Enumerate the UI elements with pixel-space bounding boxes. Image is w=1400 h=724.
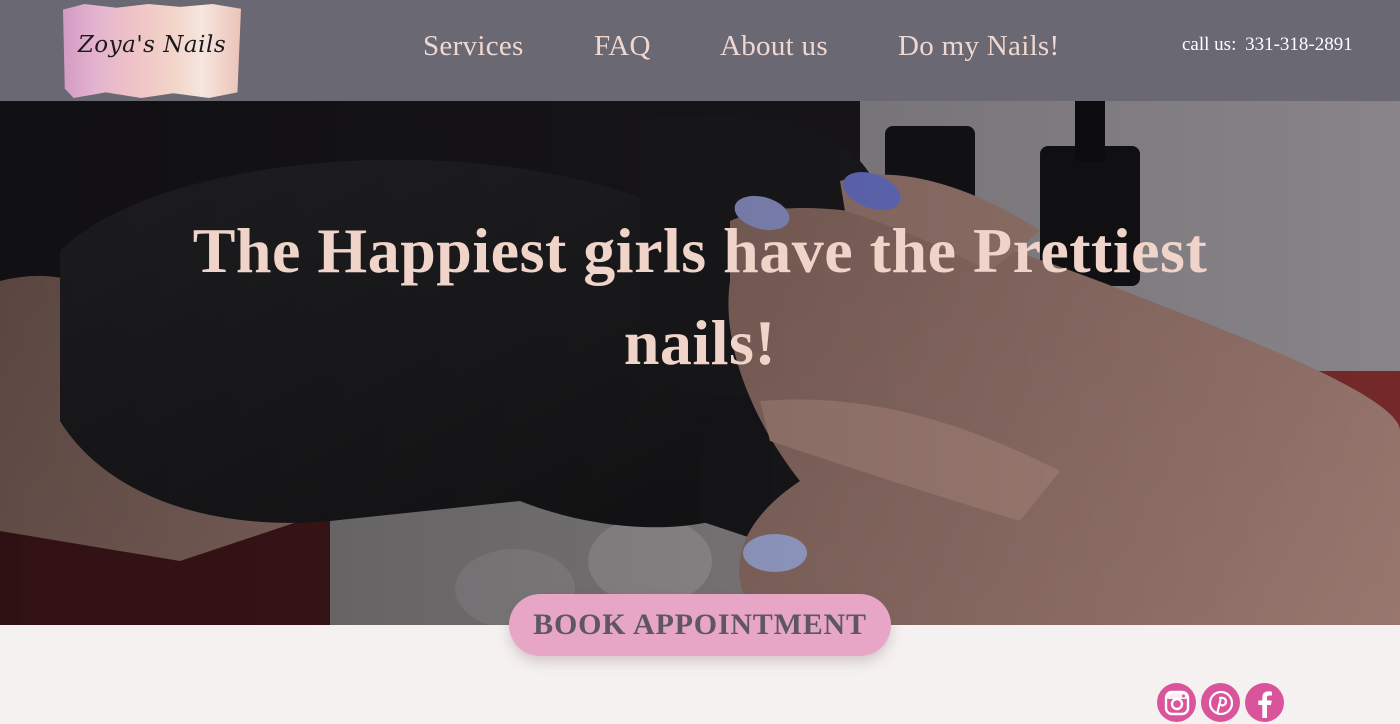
pinterest-icon[interactable] bbox=[1201, 683, 1240, 722]
instagram-glyph bbox=[1164, 690, 1189, 715]
nav-do-my-nails-link[interactable]: Do my Nails! bbox=[898, 30, 1059, 63]
nav-about-link[interactable]: About us bbox=[720, 30, 828, 63]
pinterest-glyph bbox=[1208, 690, 1233, 715]
logo-wordmark: Zoya's Nails bbox=[77, 32, 227, 58]
phone-label: call us: bbox=[1182, 34, 1237, 55]
book-appointment-button[interactable]: BOOK APPOINTMENT bbox=[509, 594, 891, 656]
instagram-icon[interactable] bbox=[1157, 683, 1196, 722]
hero-headline-line-1: The Happiest girls have the Prettiest bbox=[192, 215, 1208, 286]
brand-logo[interactable]: Zoya's Nails bbox=[63, 4, 241, 98]
nav-services-link[interactable]: Services bbox=[423, 30, 524, 63]
hero-section: The Happiest girls have the Prettiest na… bbox=[0, 101, 1400, 625]
hero-headline: The Happiest girls have the Prettiest na… bbox=[150, 205, 1250, 389]
facebook-glyph bbox=[1257, 690, 1272, 718]
phone-number[interactable]: 331-318-2891 bbox=[1245, 34, 1353, 55]
facebook-icon[interactable] bbox=[1245, 683, 1284, 722]
nav-faq-link[interactable]: FAQ bbox=[594, 30, 651, 63]
hero-headline-line-2: nails! bbox=[623, 307, 777, 378]
phone-contact[interactable]: call us: 331-318-2891 bbox=[1182, 34, 1353, 56]
site-header: Zoya's Nails Services FAQ About us Do my… bbox=[0, 0, 1400, 101]
